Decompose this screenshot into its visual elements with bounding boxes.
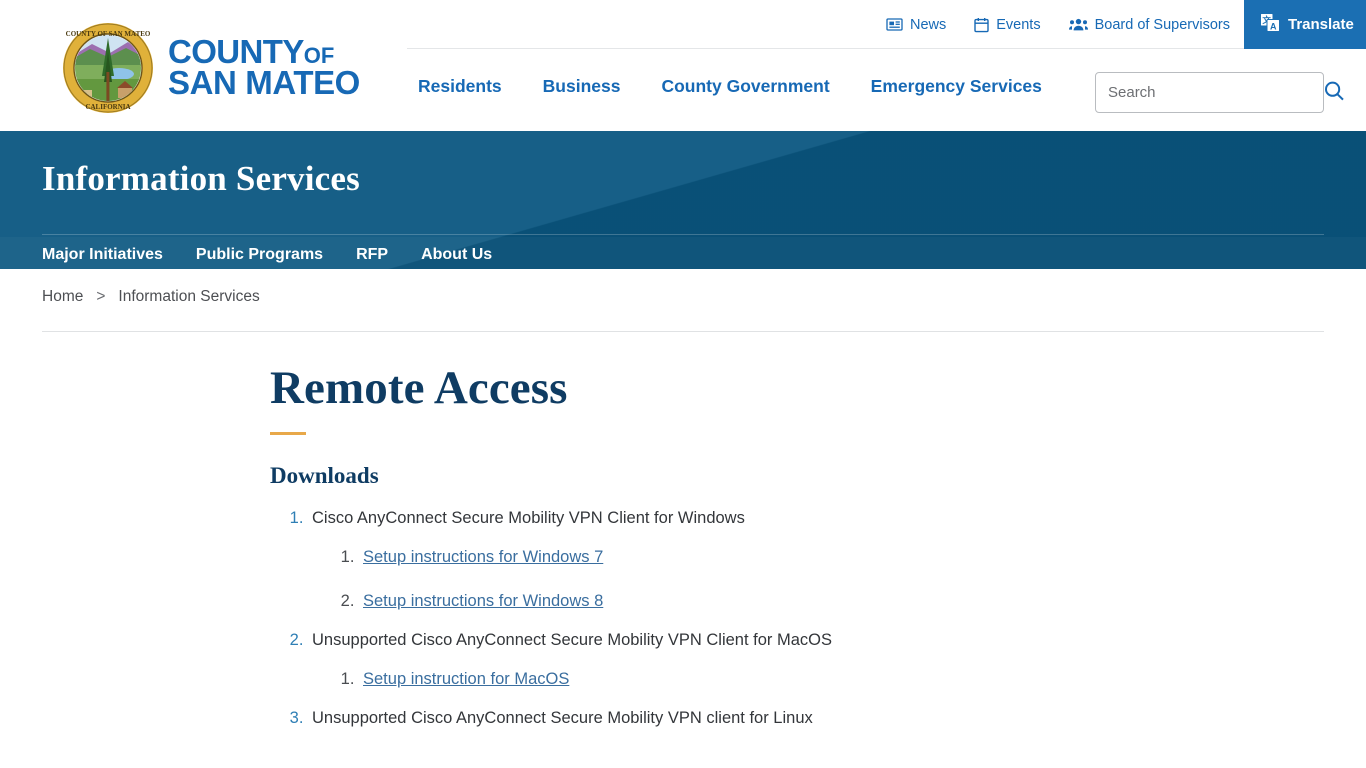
banner-divider xyxy=(42,234,1324,235)
list-item: Cisco AnyConnect Secure Mobility VPN Cli… xyxy=(308,506,1070,614)
translate-button[interactable]: 文 A Translate xyxy=(1244,0,1366,49)
search-box[interactable] xyxy=(1095,72,1344,113)
nav-item-business[interactable]: Business xyxy=(543,76,621,97)
nav-item-county-government[interactable]: County Government xyxy=(661,76,829,97)
link-setup-windows-8[interactable]: Setup instructions for Windows 8 xyxy=(363,592,603,610)
utility-nav: News Events Board of Supervisors A Trans… xyxy=(872,0,1366,49)
list-item-text: Unsupported Cisco AnyConnect Secure Mobi… xyxy=(312,708,813,727)
translate-icon: 文 A xyxy=(1260,13,1280,36)
utility-item-news[interactable]: News xyxy=(872,0,960,49)
page-title: Remote Access xyxy=(270,362,568,414)
wordmark-sanmateo: SAN MATEO xyxy=(168,64,360,101)
nav-item-residents[interactable]: Residents xyxy=(418,76,502,97)
list-item: Setup instructions for Windows 8 xyxy=(359,589,1070,614)
list-item-text: Cisco AnyConnect Secure Mobility VPN Cli… xyxy=(312,508,745,527)
utility-item-board-of-supervisors[interactable]: Board of Supervisors xyxy=(1055,0,1244,49)
subnav-item-major-initiatives[interactable]: Major Initiatives xyxy=(42,246,163,264)
list-item: Setup instruction for MacOS xyxy=(359,667,1070,692)
department-subnav: Major Initiatives Public Programs RFP Ab… xyxy=(42,246,492,264)
department-title: Information Services xyxy=(42,159,360,198)
site-header: COUNTY OF SAN MATEO CALIFORNIA COUNTYOF … xyxy=(0,0,1366,131)
people-icon xyxy=(1068,17,1088,32)
search-icon xyxy=(1323,80,1345,105)
county-seal-icon: COUNTY OF SAN MATEO CALIFORNIA xyxy=(62,22,154,114)
breadcrumb: Home > Information Services xyxy=(0,269,1366,332)
list-item: Unsupported Cisco AnyConnect Secure Mobi… xyxy=(308,628,1070,692)
translate-label: Translate xyxy=(1288,16,1354,33)
list-item: Unsupported Cisco AnyConnect Secure Mobi… xyxy=(308,706,1070,731)
breadcrumb-rule xyxy=(42,331,1324,332)
svg-text:CALIFORNIA: CALIFORNIA xyxy=(85,103,130,111)
site-logo[interactable]: COUNTY OF SAN MATEO CALIFORNIA COUNTYOF … xyxy=(62,22,360,114)
nav-item-emergency-services[interactable]: Emergency Services xyxy=(871,76,1042,97)
newspaper-icon xyxy=(886,17,903,32)
subnav-item-rfp[interactable]: RFP xyxy=(356,246,388,264)
utility-item-events[interactable]: Events xyxy=(960,0,1054,49)
nested-link-list: Setup instruction for MacOS xyxy=(359,667,1070,692)
list-item: Setup instructions for Windows 7 xyxy=(359,545,1070,570)
utility-label-news: News xyxy=(909,16,947,33)
svg-text:COUNTY OF SAN MATEO: COUNTY OF SAN MATEO xyxy=(66,30,151,38)
downloads-list: Cisco AnyConnect Secure Mobility VPN Cli… xyxy=(308,506,1070,731)
section-heading-downloads: Downloads xyxy=(270,462,379,488)
breadcrumb-home[interactable]: Home xyxy=(42,288,83,306)
utility-label-events: Events xyxy=(996,16,1041,33)
search-input[interactable] xyxy=(1096,73,1319,112)
breadcrumb-current: Information Services xyxy=(118,288,260,305)
wordmark: COUNTYOF SAN MATEO xyxy=(168,35,360,101)
department-banner: Information Services Major Initiatives P… xyxy=(0,131,1366,269)
title-accent-bar xyxy=(270,431,306,435)
subnav-item-about-us[interactable]: About Us xyxy=(421,246,492,264)
nested-link-list: Setup instructions for Windows 7 Setup i… xyxy=(359,545,1070,615)
link-setup-macos[interactable]: Setup instruction for MacOS xyxy=(363,670,569,688)
list-item-text: Unsupported Cisco AnyConnect Secure Mobi… xyxy=(312,631,832,650)
breadcrumb-separator: > xyxy=(96,288,106,305)
utility-label-board: Board of Supervisors xyxy=(1094,16,1230,33)
main-nav: Residents Business County Government Eme… xyxy=(418,76,1042,97)
link-setup-windows-7[interactable]: Setup instructions for Windows 7 xyxy=(363,548,603,566)
svg-text:A: A xyxy=(1270,21,1277,31)
subnav-item-public-programs[interactable]: Public Programs xyxy=(196,246,323,264)
calendar-icon xyxy=(974,17,989,33)
search-button[interactable] xyxy=(1319,80,1356,105)
